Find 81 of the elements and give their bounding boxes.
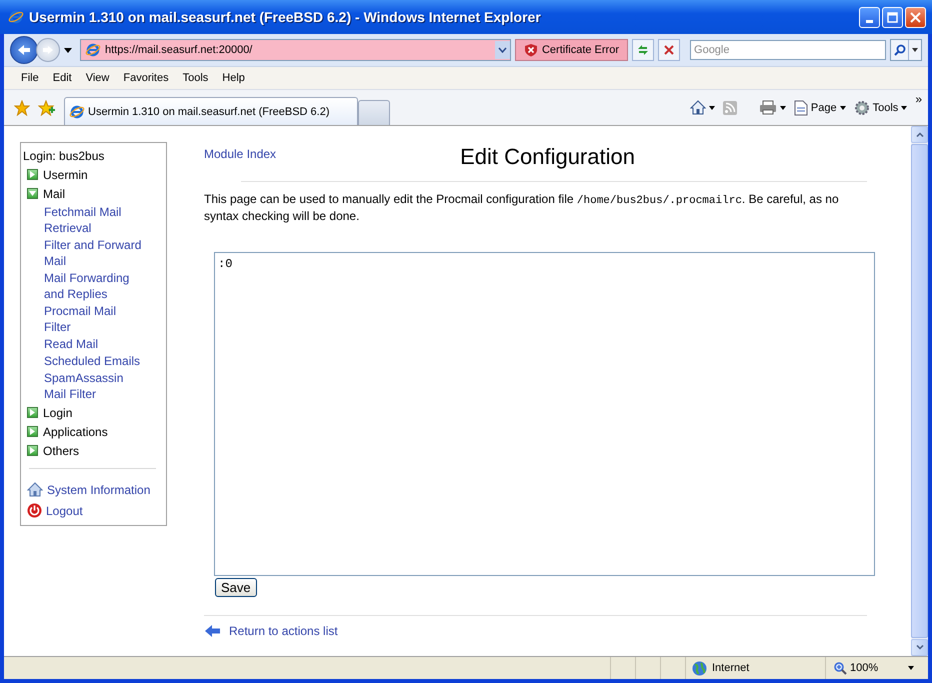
collapse-icon xyxy=(29,191,36,196)
house-icon xyxy=(27,482,43,497)
page-description: This page can be used to manually edit the Procmail configuration file /home/bus2bus/.procmailrc. Be careful, as no syntax checking will be done. xyxy=(204,192,840,224)
category-item[interactable]: Applications xyxy=(23,422,162,441)
security-zone: Internet xyxy=(712,662,750,674)
add-favorite-icon[interactable] xyxy=(38,100,56,116)
module-link[interactable]: Fetchmail Mail Retrieval xyxy=(44,204,144,236)
close-icon xyxy=(910,12,921,22)
maximize-icon xyxy=(887,12,898,22)
module-link[interactable]: Read Mail xyxy=(44,336,144,352)
star-icon[interactable] xyxy=(14,100,30,116)
zoom-icon xyxy=(834,662,847,674)
page-title: Edit Configuration xyxy=(459,144,636,170)
dropdown-arrow-icon[interactable] xyxy=(64,48,72,52)
gear-icon xyxy=(854,100,870,116)
scroll-up-button[interactable] xyxy=(911,126,928,143)
expand-icon xyxy=(30,409,35,416)
zoom-button[interactable]: 100% xyxy=(825,657,904,679)
category-item[interactable]: Others xyxy=(23,441,162,460)
category-item[interactable]: Mail xyxy=(23,184,162,203)
module-index-link[interactable]: Module Index xyxy=(204,147,276,161)
scrollbar-thumb[interactable] xyxy=(911,144,928,638)
toolbar-overflow-button[interactable]: » xyxy=(915,92,922,106)
stop-button[interactable] xyxy=(658,39,680,61)
left-arrow-icon xyxy=(17,44,31,56)
printer-icon[interactable] xyxy=(758,100,777,115)
config-editor[interactable]: :0 xyxy=(214,252,875,576)
sidebar-link[interactable]: System Information xyxy=(27,479,162,500)
expand-icon xyxy=(30,447,35,454)
window-title: Usermin 1.310 on mail.seasurf.net (FreeBSD 6.2) - Windows Internet Explorer xyxy=(29,9,542,25)
dropdown-arrow-icon xyxy=(912,48,918,52)
menu-item[interactable]: File xyxy=(14,72,46,84)
category-item[interactable]: Login xyxy=(23,403,162,422)
search-button[interactable] xyxy=(890,39,922,61)
module-link[interactable]: Procmail Mail Filter xyxy=(44,303,144,335)
module-link[interactable]: Scheduled Emails xyxy=(44,353,144,369)
page-menu-button[interactable]: Page xyxy=(794,100,846,116)
refresh-icon xyxy=(636,44,650,56)
left-arrow-icon xyxy=(204,624,221,638)
search-icon xyxy=(894,44,906,56)
close-button[interactable] xyxy=(905,6,926,28)
expand-icon xyxy=(30,171,35,178)
power-icon xyxy=(27,503,42,518)
expand-icon xyxy=(30,428,35,435)
scroll-down-button[interactable] xyxy=(911,639,928,656)
module-link[interactable]: Mail Forwarding and Replies xyxy=(44,270,144,302)
browser-logo-icon xyxy=(8,9,24,25)
menu-item[interactable]: Favorites xyxy=(116,72,176,84)
browser-tab[interactable]: Usermin 1.310 on mail.seasurf.net (FreeBSD 6.2) xyxy=(64,97,358,125)
save-button[interactable]: Save xyxy=(215,578,257,597)
minimize-icon xyxy=(866,20,873,22)
search-field[interactable]: Google xyxy=(690,40,886,60)
menu-item[interactable]: Edit xyxy=(46,72,79,84)
back-button[interactable] xyxy=(10,36,38,64)
return-link[interactable]: Return to actions list xyxy=(204,624,889,638)
refresh-button[interactable] xyxy=(632,39,654,61)
menu-item[interactable]: Tools xyxy=(176,72,216,84)
module-link[interactable]: SpamAssassin Mail Filter xyxy=(44,370,144,402)
tools-menu-button[interactable]: Tools xyxy=(854,100,908,116)
menu-item[interactable]: Help xyxy=(215,72,252,84)
login-label: Login: bus2bus xyxy=(23,148,106,164)
chevron-down-icon xyxy=(916,645,924,650)
address-field[interactable]: https://mail.seasurf.net:20000/ xyxy=(80,39,511,61)
dropdown-arrow-icon[interactable] xyxy=(908,666,914,670)
module-link[interactable]: Filter and Forward Mail xyxy=(44,237,144,269)
stop-icon xyxy=(664,45,674,55)
minimize-button[interactable] xyxy=(859,6,880,28)
browser-logo-icon xyxy=(85,42,101,58)
home-icon[interactable] xyxy=(690,100,706,115)
page-icon xyxy=(794,100,808,116)
chevron-down-icon[interactable] xyxy=(498,47,507,53)
menu-item[interactable]: View xyxy=(78,72,116,84)
certificate-error-button[interactable]: Certificate Error xyxy=(514,39,628,61)
sidebar-link[interactable]: Logout xyxy=(27,500,162,521)
shield-icon xyxy=(524,43,538,57)
maximize-button[interactable] xyxy=(882,6,903,28)
right-arrow-icon xyxy=(42,45,54,55)
chevron-up-icon xyxy=(916,132,924,137)
globe-icon xyxy=(692,660,707,676)
browser-logo-icon xyxy=(69,104,85,120)
category-item[interactable]: Usermin xyxy=(23,165,162,184)
